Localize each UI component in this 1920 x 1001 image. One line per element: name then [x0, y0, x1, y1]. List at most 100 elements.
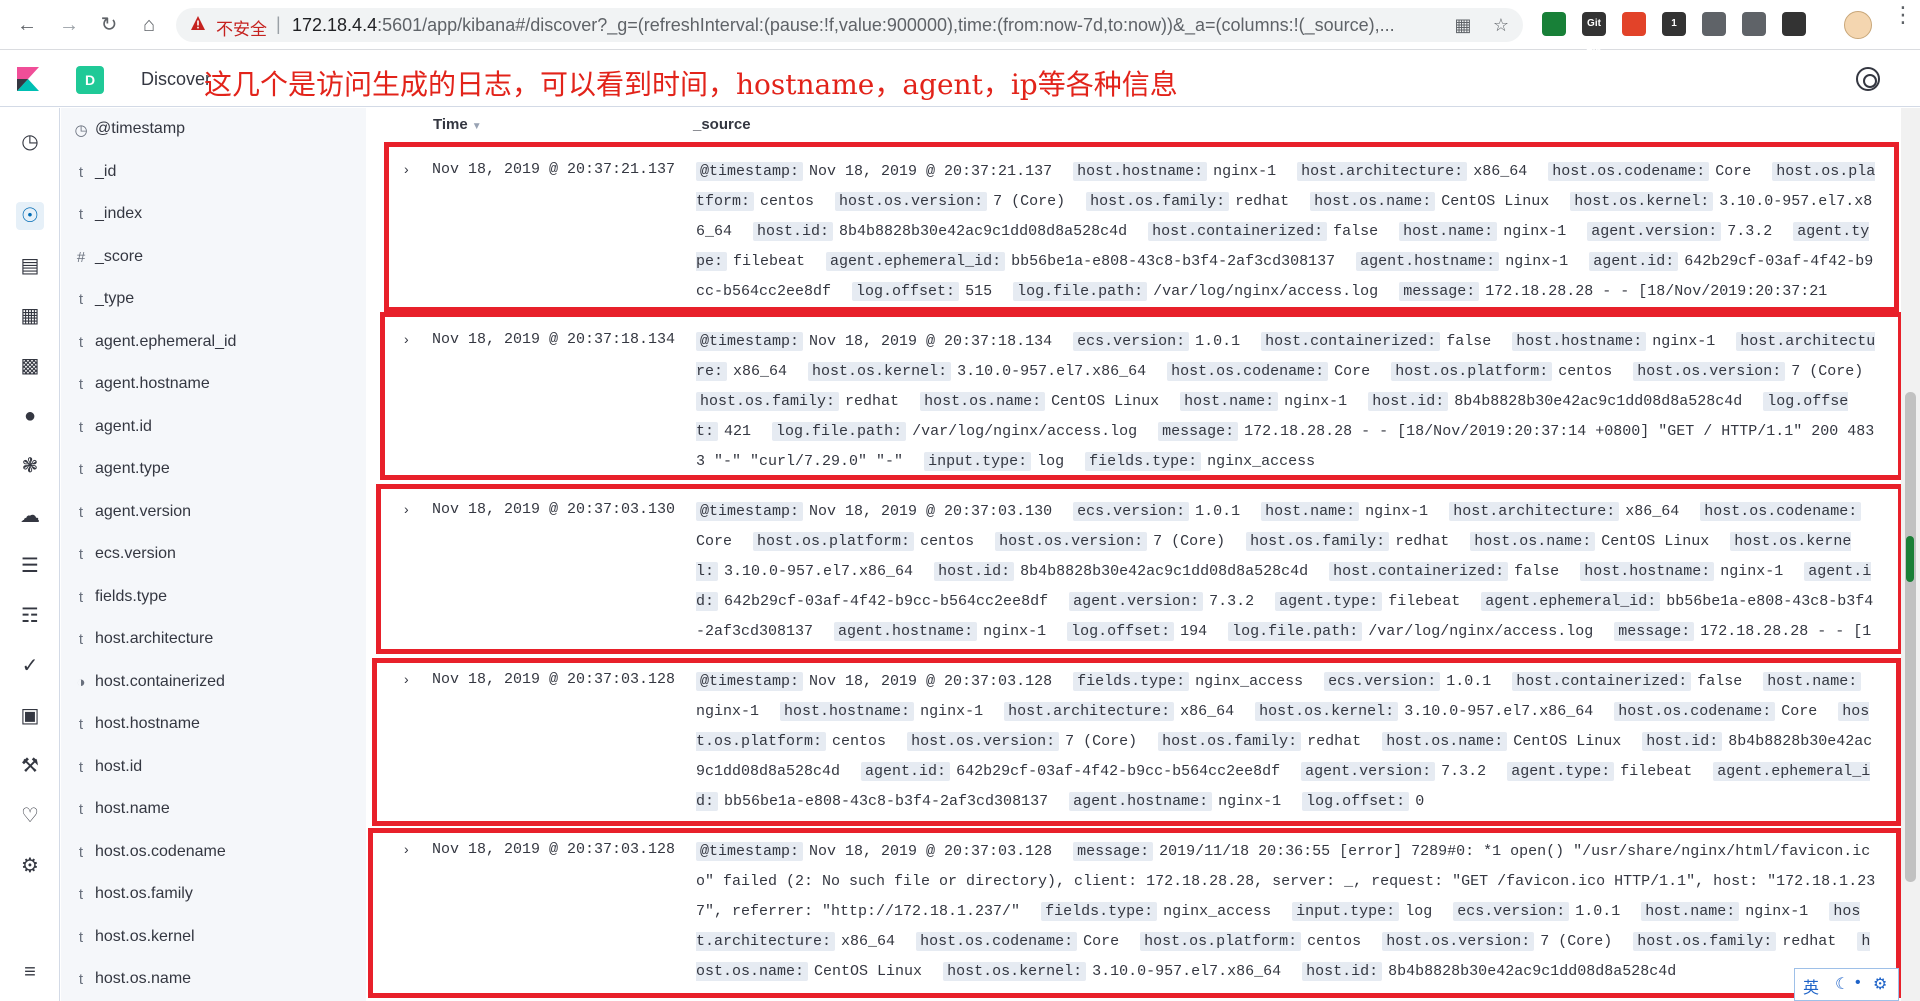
visualize-chart-icon[interactable]: ▤ — [16, 252, 44, 280]
field-item[interactable]: t fields.type — [61, 577, 366, 619]
field-item[interactable]: ◑ host.containerized — [61, 662, 366, 704]
notify-ext-icon[interactable]: 1 — [1662, 12, 1686, 36]
source-key: host.id: — [1642, 732, 1723, 751]
source-field: agent.id: 642b29cf-03af-4f42-b9cc-b564cc2… — [861, 762, 1280, 781]
source-key: agent.version: — [1587, 222, 1722, 241]
source-key: host.os.version: — [835, 192, 988, 211]
profile-avatar[interactable] — [1844, 11, 1872, 39]
collapse-menu-icon[interactable]: ≡ — [16, 958, 44, 986]
forward-arrow-icon[interactable]: → — [56, 12, 82, 38]
glasses-ext-icon[interactable] — [1782, 12, 1806, 36]
field-item[interactable]: t host.os.name — [61, 959, 366, 1001]
field-item[interactable]: t _index — [61, 194, 366, 236]
scrollbar-thumb[interactable] — [1905, 392, 1916, 882]
address-bar[interactable]: 不安全 | 172.18.4.4:5601/app/kibana#/discov… — [176, 8, 1523, 42]
dev-tools-icon[interactable]: ⚒ — [16, 752, 44, 780]
ime-indicator[interactable]: 英 ☾ • ⚙ — [1794, 968, 1899, 1001]
page-scrollbar[interactable] — [1901, 108, 1920, 1001]
back-arrow-icon[interactable]: ← — [14, 12, 40, 38]
field-item[interactable]: ◷ @timestamp — [61, 109, 366, 151]
url-text[interactable]: 172.18.4.4:5601/app/kibana#/discover?_g=… — [292, 15, 1422, 36]
reload-icon[interactable]: ↻ — [96, 12, 122, 38]
source-field: log.offset: 515 — [852, 282, 992, 301]
home-icon[interactable]: ⌂ — [136, 12, 162, 38]
source-value: 194 — [1180, 623, 1208, 640]
dashboard-icon[interactable]: ▦ — [16, 302, 44, 330]
table-row[interactable]: › Nov 18, 2019 @ 20:37:21.137 @timestamp: N… — [366, 145, 1901, 315]
field-item[interactable]: t _id — [61, 152, 366, 194]
source-key: @timestamp: — [696, 162, 804, 181]
field-item[interactable]: # _score — [61, 237, 366, 279]
bookmark-star-icon[interactable]: ☆ — [1490, 14, 1512, 36]
expand-chevron-icon[interactable]: › — [404, 501, 409, 517]
management-gear-icon[interactable]: ⚙ — [16, 852, 44, 880]
field-item[interactable]: t host.os.family — [61, 874, 366, 916]
sort-icon[interactable]: ▼ — [472, 121, 482, 132]
ml-icon[interactable]: ❃ — [16, 452, 44, 480]
cloud-ext-icon[interactable] — [1702, 12, 1726, 36]
field-item[interactable]: t host.os.codename — [61, 832, 366, 874]
canvas-icon[interactable]: ▩ — [16, 352, 44, 380]
table-row[interactable]: › Nov 18, 2019 @ 20:37:18.134 @timestamp: N… — [366, 315, 1901, 485]
expand-chevron-icon[interactable]: › — [404, 161, 409, 177]
source-field: host.os.platform: centos — [1140, 932, 1361, 951]
field-list: ◷ @timestamp t _id t _index # _score t _type t agen… — [61, 108, 366, 1001]
field-type-icon: t — [78, 631, 84, 648]
table-row[interactable]: › Nov 18, 2019 @ 20:37:03.128 @timestamp: N… — [366, 655, 1901, 825]
gitzip-ext-icon[interactable]: Git Zip — [1582, 12, 1606, 53]
ime-settings-icon: ⚙ — [1873, 976, 1888, 993]
field-item[interactable]: t agent.id — [61, 407, 366, 449]
table-row[interactable]: › Nov 18, 2019 @ 20:37:03.130 @timestamp: N… — [366, 485, 1901, 655]
shield-ext-icon[interactable] — [1542, 12, 1566, 36]
source-key: @timestamp: — [696, 672, 804, 691]
source-key: host.os.codename: — [1700, 502, 1862, 521]
expand-chevron-icon[interactable]: › — [404, 331, 409, 347]
field-item[interactable]: t agent.version — [61, 492, 366, 534]
source-value: false — [1697, 673, 1743, 690]
field-item[interactable]: t host.architecture — [61, 619, 366, 661]
field-item[interactable]: t host.name — [61, 789, 366, 831]
source-value: /var/log/nginx/access.log — [912, 423, 1138, 440]
field-name: host.containerized — [95, 672, 225, 690]
field-item[interactable]: t ecs.version — [61, 534, 366, 576]
kibana-logo-icon[interactable] — [14, 65, 42, 93]
apm-icon[interactable]: ☶ — [16, 602, 44, 630]
infrastructure-icon[interactable]: ☁ — [16, 502, 44, 530]
source-field: agent.hostname: nginx-1 — [1356, 252, 1568, 271]
source-value: 172.18.28.28 - - [18/Nov/2019:20:37:21 — [1485, 283, 1828, 300]
expand-chevron-icon[interactable]: › — [404, 841, 409, 857]
field-item[interactable]: t agent.type — [61, 449, 366, 491]
logs-icon[interactable]: ☰ — [16, 552, 44, 580]
field-item[interactable]: t host.hostname — [61, 704, 366, 746]
siem-lock-icon[interactable]: ▣ — [16, 702, 44, 730]
source-value: redhat — [1782, 933, 1837, 950]
help-icon[interactable] — [1856, 67, 1880, 91]
field-item[interactable]: t host.os.kernel — [61, 917, 366, 959]
source-value: nginx_access — [1207, 453, 1316, 470]
source-key: host.architecture: — [1297, 162, 1468, 181]
monitoring-heart-icon[interactable]: ♡ — [16, 802, 44, 830]
maps-icon[interactable]: ● — [16, 402, 44, 430]
table-row[interactable]: › Nov 18, 2019 @ 20:37:03.128 @timestamp: N… — [366, 825, 1901, 995]
source-value: x86_64 — [1180, 703, 1235, 720]
expand-chevron-icon[interactable]: › — [404, 671, 409, 687]
source-field: host.os.name: CentOS Linux — [1310, 192, 1549, 211]
source-field: host.os.version: 7 (Core) — [1633, 362, 1863, 381]
source-key: host.hostname: — [1512, 332, 1647, 351]
source-value: bb56be1a-e808-43c8-b3f4-2af3cd308137 — [724, 793, 1049, 810]
gitlab-ext-icon[interactable] — [1622, 12, 1646, 36]
bookmark-ext-icon[interactable] — [1742, 12, 1766, 36]
field-item[interactable]: t agent.hostname — [61, 364, 366, 406]
space-avatar[interactable]: D — [76, 66, 104, 94]
field-item[interactable]: t agent.ephemeral_id — [61, 322, 366, 364]
browser-menu-icon[interactable]: ⋮ — [1892, 4, 1914, 26]
recent-clock-icon[interactable]: ◷ — [16, 128, 44, 156]
column-header-time[interactable]: Time ▼ — [433, 116, 482, 133]
translate-icon[interactable]: ▦ — [1452, 14, 1474, 36]
discover-compass-icon[interactable]: ☉ — [16, 202, 44, 230]
uptime-icon[interactable]: ✓ — [16, 652, 44, 680]
source-key: agent.id: — [861, 762, 951, 781]
field-item[interactable]: t host.id — [61, 747, 366, 789]
source-field: host.name: nginx-1 — [1261, 502, 1428, 521]
field-item[interactable]: t _type — [61, 279, 366, 321]
